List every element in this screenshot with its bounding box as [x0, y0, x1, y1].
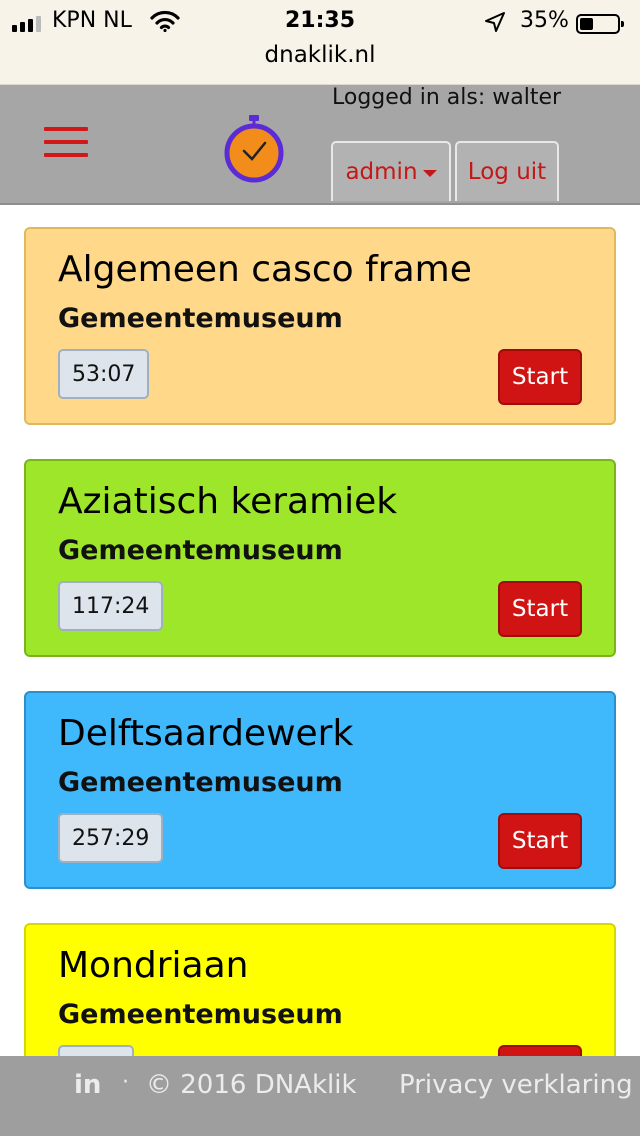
logged-in-label: Logged in als: walter: [332, 85, 562, 110]
address-bar-url[interactable]: dnaklik.nl: [0, 42, 640, 68]
logout-tab[interactable]: Log uit: [455, 141, 559, 201]
card-subtitle: Gemeentemuseum: [58, 303, 343, 334]
battery-fill: [580, 18, 593, 30]
location-arrow-icon: [485, 12, 505, 32]
battery-icon: [576, 14, 624, 34]
card-title: Delftsaardewerk: [58, 713, 354, 754]
logout-label: Log uit: [467, 159, 547, 185]
ios-status-bar: KPN NL 21:35 35% dnaklik.nl: [0, 0, 640, 85]
collection-card: Delftsaardewerk Gemeentemuseum 257:29 St…: [24, 691, 616, 889]
timer-display: 257:29: [58, 813, 164, 863]
timer-display: 117:24: [58, 581, 164, 631]
hamburger-menu-icon[interactable]: [44, 127, 88, 157]
admin-label: admin: [345, 159, 418, 185]
card-title: Aziatisch keramiek: [58, 481, 398, 522]
card-title: Algemeen casco frame: [58, 249, 472, 290]
linkedin-icon[interactable]: in: [74, 1070, 101, 1100]
card-subtitle: Gemeentemuseum: [58, 535, 343, 566]
page-footer: in · © 2016 DNAklik Privacy verklaring: [0, 1056, 640, 1136]
start-button[interactable]: Start: [498, 349, 582, 405]
app-header: Logged in als: walter admin Log uit: [0, 85, 640, 205]
collection-card: Aziatisch keramiek Gemeentemuseum 117:24…: [24, 459, 616, 657]
caret-down-icon: [422, 170, 437, 177]
admin-dropdown-tab[interactable]: admin: [331, 141, 451, 201]
card-title: Mondriaan: [58, 945, 249, 986]
privacy-link[interactable]: Privacy verklaring: [399, 1070, 633, 1100]
copyright-text: © 2016 DNAklik: [146, 1070, 357, 1100]
collection-card: Algemeen casco frame Gemeentemuseum 53:0…: [24, 227, 616, 425]
start-button[interactable]: Start: [498, 813, 582, 869]
timer-display: 53:07: [58, 349, 150, 399]
stopwatch-logo-icon[interactable]: [222, 113, 286, 185]
card-subtitle: Gemeentemuseum: [58, 767, 343, 798]
start-button[interactable]: Start: [498, 581, 582, 637]
footer-separator: ·: [122, 1070, 129, 1095]
battery-percentage: 35%: [520, 8, 569, 33]
card-subtitle: Gemeentemuseum: [58, 999, 343, 1030]
